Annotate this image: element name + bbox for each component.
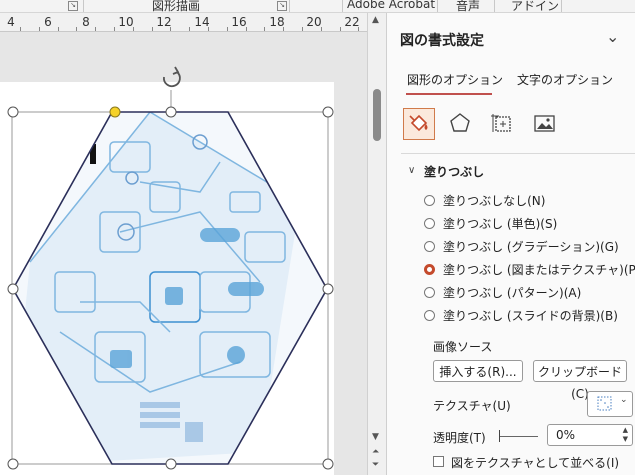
- ribbon-separator: [437, 0, 438, 12]
- effects-pentagon-icon[interactable]: [445, 108, 475, 138]
- radio-gradient-fill[interactable]: [424, 241, 435, 252]
- ruler-label: 10: [118, 15, 134, 29]
- ruler-tick: [114, 27, 115, 31]
- radio-label[interactable]: 塗りつぶし (スライドの背景)(B): [443, 307, 618, 324]
- ruler-tick: [339, 27, 341, 31]
- picture-icon[interactable]: [529, 108, 559, 138]
- ruler-label: 4: [7, 15, 15, 29]
- ruler-tick: [38, 27, 40, 31]
- scroll-down-icon[interactable]: ▼: [372, 433, 379, 442]
- selected-hexagon-shape[interactable]: [0, 32, 367, 475]
- ruler-tick: [170, 27, 172, 31]
- ruler-tick: [320, 27, 322, 31]
- divider: [401, 153, 635, 154]
- radio-label[interactable]: 塗りつぶし (単色)(S): [443, 215, 557, 232]
- dialog-launcher-icon[interactable]: ↘: [277, 1, 287, 11]
- radio-label[interactable]: 塗りつぶし (グラデーション)(G): [443, 238, 619, 255]
- clipboard-button[interactable]: クリップボード(C): [533, 360, 627, 401]
- ribbon-separator: [494, 0, 495, 12]
- ruler-label: 16: [231, 15, 247, 29]
- collapse-chevron-icon[interactable]: ∨: [408, 165, 415, 176]
- radio-picture-texture-fill[interactable]: [424, 264, 435, 275]
- dropdown-arrow-icon[interactable]: ⌄: [620, 395, 628, 405]
- transparency-slider-thumb[interactable]: [499, 430, 500, 442]
- ruler-tick: [189, 27, 191, 31]
- ribbon-strip: ↘ 図形描画 ↘ Adobe Acrobat 音声 アドイン: [0, 0, 635, 13]
- ruler-label: 20: [306, 15, 322, 29]
- pane-title: 図の書式設定: [400, 33, 484, 49]
- radio-label[interactable]: 塗りつぶし (パターン)(A): [443, 284, 581, 301]
- ruler-tick: [57, 27, 59, 31]
- transparency-slider[interactable]: [500, 436, 538, 437]
- ruler-tick: [264, 27, 266, 31]
- size-properties-icon[interactable]: [487, 108, 517, 138]
- radio-pattern-fill[interactable]: [424, 287, 435, 298]
- transparency-input[interactable]: 0% ▲ ▼: [547, 424, 633, 446]
- texture-label: テクスチャ(U): [433, 399, 511, 413]
- ruler-tick: [358, 27, 360, 31]
- tab-text-options[interactable]: 文字のオプション: [517, 71, 613, 88]
- tab-adobe-acrobat[interactable]: Adobe Acrobat: [347, 0, 435, 11]
- ruler-tick: [76, 27, 78, 31]
- rotate-handle-icon[interactable]: [164, 70, 180, 86]
- transparency-value: 0%: [556, 428, 576, 442]
- section-fill-header[interactable]: 塗りつぶし: [424, 163, 484, 180]
- radio-no-fill[interactable]: [424, 195, 435, 206]
- ruler-tick: [226, 27, 228, 31]
- radio-label[interactable]: 塗りつぶし (図またはテクスチャ)(P): [443, 261, 635, 278]
- ruler-tick: [208, 27, 209, 31]
- pane-options-chevron-icon[interactable]: ⌄: [606, 27, 619, 46]
- ruler-tick: [132, 27, 134, 31]
- spinner-icon[interactable]: ▲ ▼: [623, 426, 628, 444]
- radio-label[interactable]: 塗りつぶしなし(N): [443, 192, 545, 209]
- tile-label[interactable]: 図をテクスチャとして並べる(I): [451, 454, 619, 471]
- ruler-label: 6: [44, 15, 52, 29]
- ruler-label: 22: [344, 15, 360, 29]
- fill-line-icon[interactable]: [403, 108, 435, 140]
- ruler-tick: [20, 27, 21, 31]
- tile-checkbox[interactable]: [433, 456, 444, 467]
- tab-shape-options[interactable]: 図形のオプション: [407, 71, 503, 88]
- transparency-label: 透明度(T): [433, 431, 486, 445]
- scrollbar-thumb[interactable]: [373, 89, 381, 141]
- texture-picker[interactable]: ⌄: [587, 391, 633, 417]
- ruler-tick: [245, 27, 247, 31]
- ribbon-separator: [342, 0, 343, 12]
- horizontal-ruler[interactable]: 4 6 8 10 12 14 16 18 20 22: [0, 13, 367, 32]
- ruler-tick: [151, 27, 153, 31]
- ribbon-group-drawing: 図形描画: [152, 0, 201, 13]
- slide-canvas[interactable]: [0, 32, 367, 475]
- image-source-label: 画像ソース: [433, 340, 493, 354]
- tab-audio[interactable]: 音声: [456, 0, 480, 12]
- radio-slide-background-fill[interactable]: [424, 310, 435, 321]
- ribbon-separator: [289, 0, 290, 12]
- scroll-up-icon[interactable]: ▲: [372, 16, 379, 25]
- ruler-tick: [302, 27, 303, 31]
- ruler-label: 12: [156, 15, 172, 29]
- vertical-scrollbar[interactable]: ▲ ▼ ⏶ ⏷: [367, 13, 386, 475]
- ruler-label: 8: [82, 15, 90, 29]
- dialog-launcher-icon[interactable]: ↘: [68, 1, 78, 11]
- ruler-tick: [95, 27, 97, 31]
- next-slide-icon[interactable]: ⏷: [372, 461, 379, 470]
- ruler-tick: [283, 27, 285, 31]
- insert-button[interactable]: 挿入する(R)...: [433, 360, 523, 382]
- ribbon-separator: [561, 0, 562, 12]
- tab-addin[interactable]: アドイン: [511, 0, 559, 12]
- previous-slide-icon[interactable]: ⏶: [372, 448, 379, 457]
- radio-solid-fill[interactable]: [424, 218, 435, 229]
- ribbon-separator: [83, 0, 84, 12]
- active-tab-indicator: [406, 93, 492, 95]
- format-picture-pane: 図の書式設定 ⌄ 図形のオプション 文字のオプション ∨ 塗りつぶし 塗りつぶし…: [386, 13, 635, 475]
